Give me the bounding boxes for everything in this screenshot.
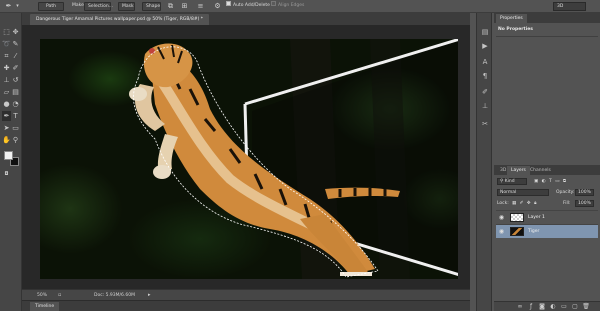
artwork-svg [129, 39, 458, 279]
rectangle-tool-icon[interactable]: ▭ [11, 123, 20, 133]
layers-panel: 3D Layers Channels ⚲ Kind ▣ ◐ T ▭ ⧉ Norm… [494, 165, 600, 311]
path-selection-tool-icon[interactable]: ➤ [2, 123, 11, 133]
hand-tool-icon[interactable]: ✋ [2, 135, 11, 145]
character-panel-icon[interactable]: A [480, 57, 490, 67]
status-menu-arrow-icon[interactable]: ▸ [148, 292, 151, 299]
marquee-tool-icon[interactable]: ⬚ [2, 27, 11, 37]
adjustment-layer-icon[interactable]: ◐ [549, 303, 557, 311]
zoom-tool-icon[interactable]: ⚲ [11, 135, 20, 145]
add-mask-icon[interactable]: ◙ [538, 303, 546, 311]
layer-name: Tiger [528, 229, 540, 234]
document-size: Doc: 5.93M/6.60M [94, 293, 135, 298]
paragraph-panel-icon[interactable]: ¶ [480, 71, 490, 81]
clone-source-panel-icon[interactable]: ⊥ [480, 101, 490, 111]
document-tab[interactable]: Dangerous Tiger Amamal Pictures wallpape… [30, 14, 210, 25]
properties-panel: Properties No Properties [494, 13, 600, 163]
eraser-tool-icon[interactable]: ▱ [2, 87, 11, 97]
canvas-area[interactable] [22, 25, 470, 289]
path-mode-select[interactable]: Path [38, 2, 64, 11]
eye-icon[interactable]: ◉ [498, 228, 505, 235]
tab-channels[interactable]: Channels [526, 166, 555, 175]
layers-footer: ∞ ƒ ◙ ◐ ▭ ▢ 🗑︎ [494, 301, 600, 311]
healing-brush-tool-icon[interactable]: ✚ [2, 63, 11, 73]
history-brush-tool-icon[interactable]: ↺ [11, 75, 20, 85]
trash-icon[interactable]: 🗑︎ [582, 303, 590, 311]
opacity-field[interactable]: 100% [575, 189, 594, 197]
path-arrangement-icon[interactable]: ≡ [196, 2, 205, 11]
brush-tool-icon[interactable]: ✐ [11, 63, 20, 73]
quick-mask-icon[interactable]: ◘ [2, 169, 11, 179]
opacity-label: Opacity: [556, 190, 575, 195]
tool-presets-panel-icon[interactable]: ✂ [480, 119, 490, 129]
path-operations-icon[interactable]: ⧉ [166, 2, 175, 11]
workspace-select[interactable]: 3D [553, 2, 586, 11]
pen-tool-icon[interactable]: ✒ [2, 111, 11, 121]
checkbox-unchecked-icon [271, 1, 276, 6]
foreground-color-swatch[interactable] [4, 151, 13, 160]
layer-filter-select[interactable]: ⚲ Kind [497, 178, 527, 186]
selection-button[interactable]: Selection... [84, 2, 113, 11]
dodge-tool-icon[interactable]: ◔ [11, 99, 20, 109]
chevron-down-icon[interactable]: ▾ [13, 2, 22, 11]
layers-tab-bar: 3D Layers Channels [494, 165, 600, 175]
eye-icon[interactable]: ◉ [498, 214, 505, 221]
tab-properties[interactable]: Properties [496, 14, 527, 23]
layer-row[interactable]: ◉ Layer 1 [496, 210, 598, 224]
fill-label: Fill: [563, 201, 571, 206]
lock-label: Lock: [497, 201, 509, 206]
crop-tool-icon[interactable]: ⌗ [2, 51, 11, 61]
tools-panel: ⬚ ✥ ➰ ✎ ⌗ ⁄ ✚ ✐ ⊥ ↺ ▱ ▤ ● ◔ ✒ T ➤ ▭ ✋ ⚲ … [0, 13, 22, 311]
lasso-tool-icon[interactable]: ➰ [2, 39, 11, 49]
timeline-bar: Timeline [22, 300, 470, 311]
zoom-level[interactable]: 50% [37, 292, 47, 299]
checkbox-checked-icon [226, 1, 231, 6]
pen-tool-icon[interactable]: ✒ [4, 2, 13, 11]
move-tool-icon[interactable]: ✥ [11, 27, 20, 37]
document-tab-bar: Dangerous Tiger Amamal Pictures wallpape… [22, 13, 470, 25]
actions-panel-icon[interactable]: ▶ [480, 41, 490, 51]
new-group-icon[interactable]: ▭ [560, 303, 568, 311]
layer-style-icon[interactable]: ƒ [527, 303, 535, 311]
new-layer-icon[interactable]: ▢ [571, 303, 579, 311]
layer-thumbnail [510, 227, 524, 236]
type-tool-icon[interactable]: T [11, 111, 20, 121]
frame-fill [252, 39, 458, 275]
link-layers-icon[interactable]: ∞ [516, 303, 524, 311]
layer-filter-icons[interactable]: ▣ ◐ T ▭ ⧉ [534, 178, 567, 186]
tiger-photo[interactable] [40, 39, 458, 279]
timeline-tab[interactable]: Timeline [30, 302, 60, 311]
path-alignment-icon[interactable]: ⊞ [180, 2, 189, 11]
auto-add-delete-checkbox[interactable]: Auto Add/Delete [226, 1, 270, 11]
status-bar: 50% ▫ Doc: 5.93M/6.60M ▸ [22, 289, 470, 300]
options-bar: ✒ ▾ Path Make: Selection... Mask Shape ⧉… [0, 0, 600, 13]
clone-stamp-tool-icon[interactable]: ⊥ [2, 75, 11, 85]
status-info-icon: ▫ [58, 292, 62, 298]
layer-thumbnail [510, 213, 524, 222]
divider [496, 36, 598, 37]
blur-tool-icon[interactable]: ● [2, 99, 11, 109]
gear-icon[interactable]: ⚙ [213, 2, 222, 11]
panel-icon-strip: ▤ ▶ A ¶ ✐ ⊥ ✂ [476, 13, 492, 311]
gradient-tool-icon[interactable]: ▤ [11, 87, 20, 97]
lock-icons[interactable]: ▦ ✐ ✥ 🔒︎ [512, 200, 537, 208]
fill-field[interactable]: 100% [575, 200, 594, 208]
layer-row[interactable]: ◉ Tiger [496, 224, 598, 238]
properties-tab-bar: Properties [494, 13, 600, 23]
blend-mode-select[interactable]: Normal [497, 189, 549, 197]
mask-button[interactable]: Mask [118, 2, 135, 11]
quick-selection-tool-icon[interactable]: ✎ [11, 39, 20, 49]
shape-button[interactable]: Shape [142, 2, 161, 11]
layer-name: Layer 1 [528, 215, 545, 220]
properties-title: No Properties [498, 27, 533, 32]
eyedropper-tool-icon[interactable]: ⁄ [11, 51, 20, 61]
history-panel-icon[interactable]: ▤ [480, 27, 490, 37]
align-edges-checkbox[interactable]: Align Edges [271, 1, 304, 11]
brush-panel-icon[interactable]: ✐ [480, 87, 490, 97]
